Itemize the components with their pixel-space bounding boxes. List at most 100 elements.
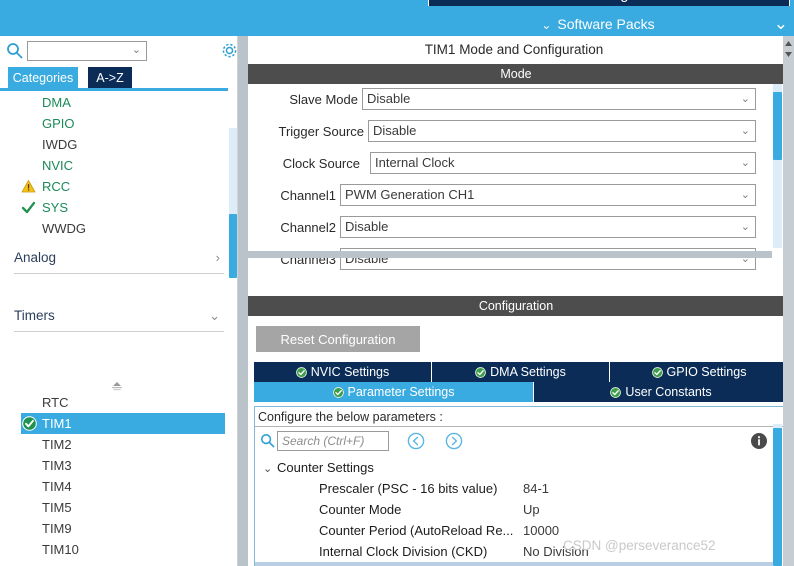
sidebar-item-iwdg[interactable]: IWDG: [0, 134, 228, 155]
check-circle-icon: [22, 416, 37, 431]
sidebar-item-tim3[interactable]: TIM3: [0, 455, 228, 476]
table-row[interactable]: Repetition Counter (RCR - 8 bit... 3: [255, 562, 779, 566]
check-circle-icon: [332, 384, 344, 404]
mode-row-clock-source: Clock Source Internal Clock ⌄: [248, 152, 772, 180]
panel-divider: [238, 36, 248, 566]
info-icon[interactable]: [750, 432, 768, 450]
table-row[interactable]: Internal Clock Division (CKD) No Divisio…: [255, 541, 779, 562]
sidebar-item-rtc[interactable]: RTC: [0, 392, 228, 413]
sidebar-item-tim2[interactable]: TIM2: [0, 434, 228, 455]
tab-label: GPIO Settings: [666, 365, 747, 379]
panel-splitter-handle[interactable]: [110, 378, 124, 391]
sidebar-item-tim11[interactable]: TIM11: [0, 560, 228, 566]
sidebar-item-tim4[interactable]: TIM4: [0, 476, 228, 497]
mode-label: Slave Mode: [289, 92, 358, 107]
timer-label: TIM10: [42, 542, 79, 557]
clock-source-select[interactable]: Internal Clock ⌄: [370, 152, 756, 174]
peripheral-list: DMA GPIO IWDG NVIC RCC SYS WWDG: [0, 92, 228, 242]
parameter-scrollbar-thumb[interactable]: [773, 428, 782, 566]
mode-row-slave-mode: Slave Mode Disable ⌄: [248, 88, 772, 116]
tab-dma-settings[interactable]: DMA Settings: [432, 362, 610, 382]
chevron-down-icon: ⌄: [740, 189, 750, 201]
tab-pinout-configuration[interactable]: Pinout & Configuration: [60, 0, 360, 6]
sidebar-tab-categories[interactable]: Categories: [8, 67, 78, 89]
nav-next-button[interactable]: [445, 432, 463, 450]
chevron-down-icon: ⌄: [263, 463, 273, 475]
sidebar-tab-a-to-z[interactable]: A->Z: [88, 67, 132, 89]
software-packs-menu[interactable]: ⌄ Software Packs: [428, 13, 768, 35]
timer-label: TIM3: [42, 458, 72, 473]
sidebar-search-input[interactable]: ⌄: [27, 41, 147, 61]
chevron-down-icon-right[interactable]: ⌄: [774, 13, 788, 35]
mode-row-channel1: Channel1 PWM Generation CH1 ⌄: [248, 184, 772, 212]
config-tabs-row-2: Parameter Settings User Constants: [254, 382, 788, 402]
timer-label: TIM9: [42, 521, 72, 536]
sidebar-group-analog[interactable]: Analog ›: [14, 244, 224, 274]
tab-label: User Constants: [625, 385, 712, 399]
mode-label: Channel2: [280, 220, 336, 235]
tree-group-counter-settings[interactable]: ⌄ Counter Settings: [255, 457, 779, 478]
gear-icon[interactable]: [220, 41, 239, 60]
mode-label: Channel1: [280, 188, 336, 203]
sidebar-item-tim9[interactable]: TIM9: [0, 518, 228, 539]
peripheral-label: WWDG: [42, 221, 87, 236]
sidebar-group-label: Analog: [14, 250, 57, 265]
channel1-select[interactable]: PWM Generation CH1 ⌄: [340, 184, 756, 206]
scroll-down-arrow-icon[interactable]: [783, 47, 794, 58]
sidebar-tabs: Categories A->Z: [0, 67, 238, 89]
channel2-value: Disable: [345, 219, 389, 234]
left-panel: ⌄ Categories A->Z DMA GPIO IWDG NVIC RCC…: [0, 36, 238, 566]
tab-nvic-settings[interactable]: NVIC Settings: [254, 362, 432, 382]
sidebar-item-tim1[interactable]: TIM1: [21, 413, 225, 434]
right-panel: TIM1 Mode and Configuration Mode Slave M…: [248, 36, 794, 566]
software-packs-label: Software Packs: [557, 16, 655, 32]
peripheral-label: RCC: [42, 179, 71, 194]
nav-previous-button[interactable]: [407, 432, 425, 450]
timer-label: TIM4: [42, 479, 72, 494]
reset-configuration-button[interactable]: Reset Configuration: [256, 326, 420, 352]
page-title: TIM1 Mode and Configuration: [248, 36, 780, 63]
trigger-source-select[interactable]: Disable ⌄: [368, 120, 756, 142]
chevron-down-icon: ⌄: [740, 125, 750, 137]
scroll-up-arrow-icon[interactable]: [783, 36, 794, 47]
check-circle-icon: [475, 364, 486, 384]
check-circle-icon: [295, 364, 307, 384]
sidebar-item-nvic[interactable]: NVIC: [0, 155, 228, 176]
mode-row-trigger-source: Trigger Source Disable ⌄: [248, 120, 772, 148]
peripheral-label: DMA: [42, 95, 71, 110]
trigger-source-value: Disable: [373, 123, 417, 138]
warning-triangle-icon: [21, 179, 36, 194]
tab-gpio-settings[interactable]: GPIO Settings: [610, 362, 788, 382]
parameter-search-input[interactable]: Search (Ctrl+F): [277, 431, 389, 451]
timer-list: RTC TIM1 TIM2 TIM3 TIM4 TIM5 TIM9 TIM10: [0, 392, 228, 566]
channel2-select[interactable]: Disable ⌄: [340, 216, 756, 238]
sidebar-item-tim5[interactable]: TIM5: [0, 497, 228, 518]
table-row[interactable]: Counter Mode Up: [255, 499, 779, 520]
sidebar-item-rcc[interactable]: RCC: [0, 176, 228, 197]
mode-scrollbar-thumb[interactable]: [773, 92, 782, 160]
slave-mode-value: Disable: [367, 91, 411, 106]
sidebar-scrollbar-thumb[interactable]: [229, 214, 237, 278]
mode-label: Clock Source: [282, 156, 360, 171]
table-row[interactable]: Counter Period (AutoReload Re... 10000: [255, 520, 779, 541]
slave-mode-select[interactable]: Disable ⌄: [362, 88, 756, 110]
mode-row-channel2: Channel2 Disable ⌄: [248, 216, 772, 244]
mode-section-header: Mode: [248, 64, 784, 84]
parameter-name: Prescaler (PSC - 16 bits value): [319, 481, 498, 496]
sidebar-item-tim10[interactable]: TIM10: [0, 539, 228, 560]
table-row[interactable]: Prescaler (PSC - 16 bits value) 84-1: [255, 478, 779, 499]
parameter-toolbar: Search (Ctrl+F): [255, 428, 787, 456]
tab-parameter-settings[interactable]: Parameter Settings: [254, 382, 534, 402]
channel1-value: PWM Generation CH1: [345, 187, 475, 202]
sidebar-item-dma[interactable]: DMA: [0, 92, 228, 113]
sidebar-item-gpio[interactable]: GPIO: [0, 113, 228, 134]
window-scrollbar-track[interactable]: [783, 36, 794, 566]
sidebar-item-wwdg[interactable]: WWDG: [0, 218, 228, 239]
tab-user-constants[interactable]: User Constants: [534, 382, 788, 402]
sidebar-item-sys[interactable]: SYS: [0, 197, 228, 218]
tab-clock-configuration[interactable]: Clock Configuration: [428, 0, 790, 6]
parameter-name: Counter Mode: [319, 502, 402, 517]
search-icon: [260, 433, 275, 448]
sidebar-tabs-underline: [0, 88, 228, 91]
sidebar-group-timers[interactable]: Timers ⌄: [14, 302, 224, 332]
